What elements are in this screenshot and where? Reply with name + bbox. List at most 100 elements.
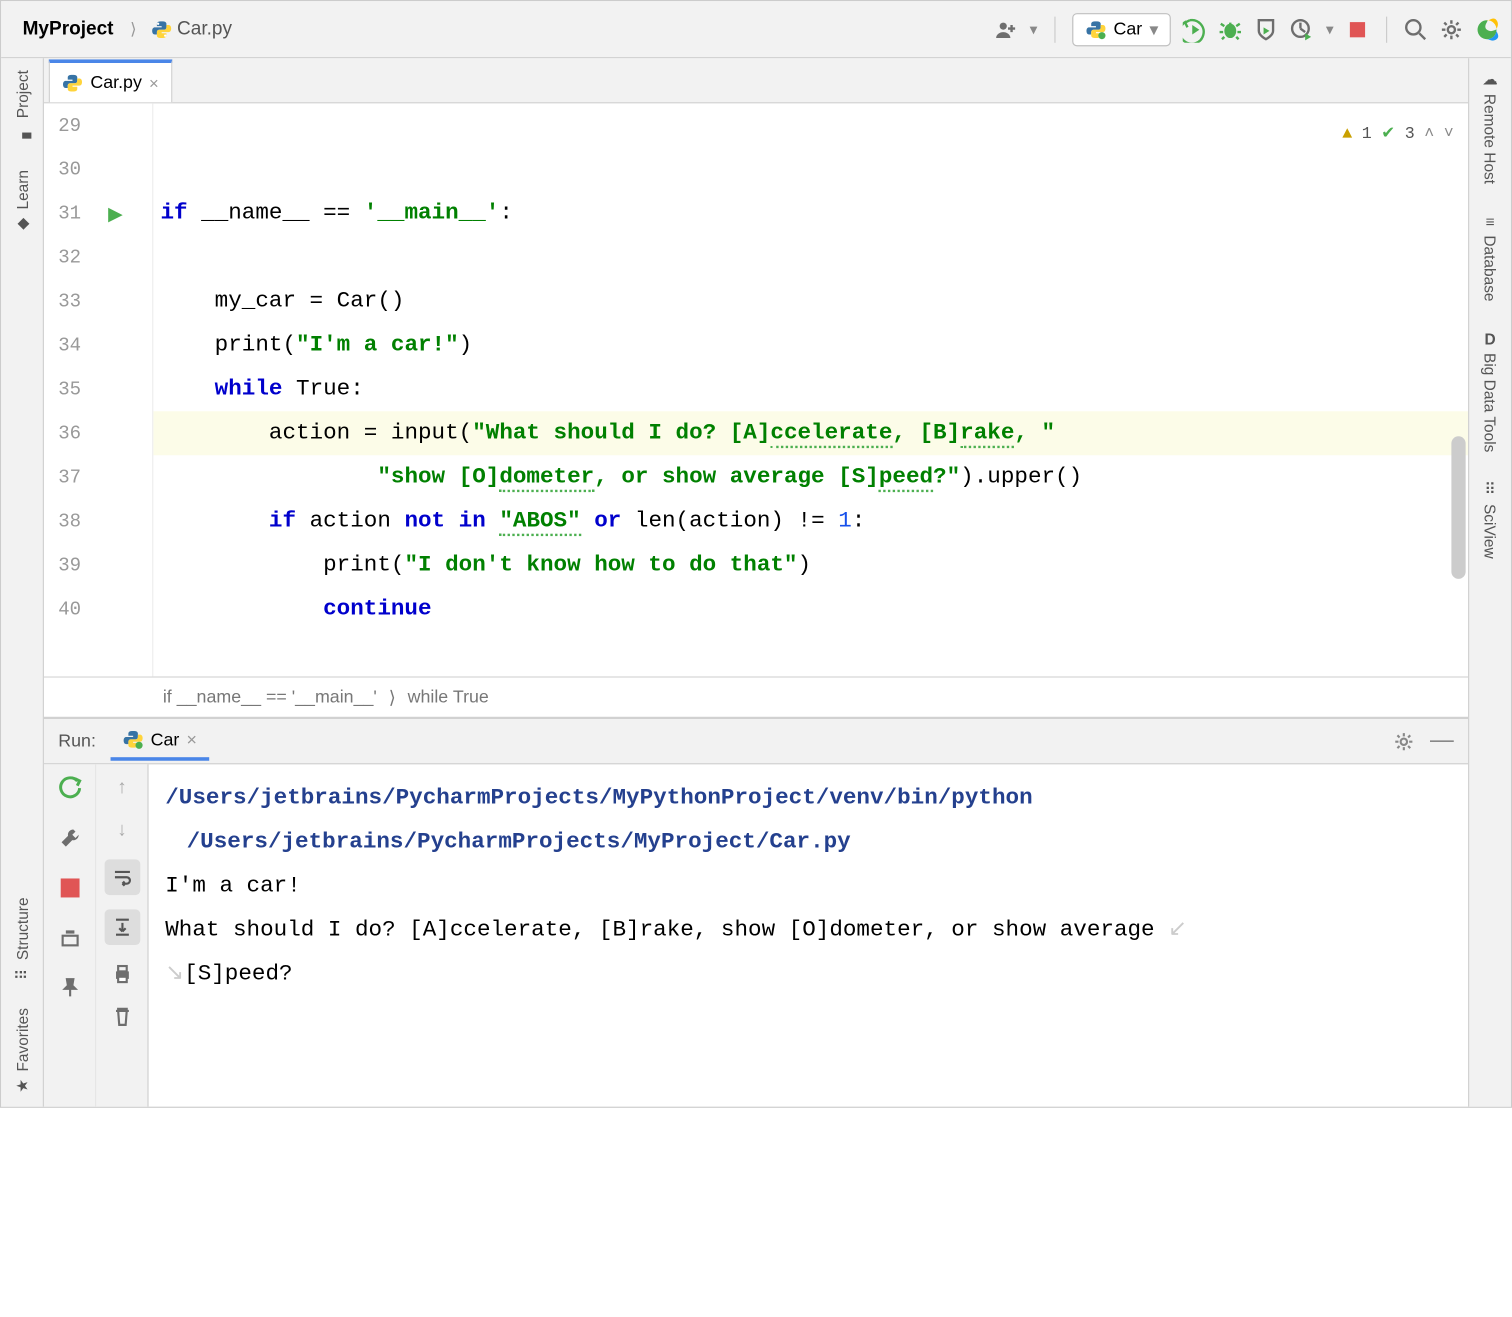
rerun-icon[interactable]	[55, 774, 84, 803]
stop-icon[interactable]	[55, 874, 84, 903]
sidebar-label: Learn	[13, 171, 31, 211]
console-output[interactable]: /Users/jetbrains/PycharmProjects/MyPytho…	[149, 764, 1468, 1106]
console-line: I'm a car!	[165, 864, 1451, 908]
pin-icon[interactable]	[55, 974, 84, 1003]
chevron-down-icon: ▾	[1149, 18, 1158, 39]
line-number: 29	[58, 115, 81, 136]
layout-icon[interactable]	[55, 924, 84, 953]
left-tool-rail: ▖ Project ◆ Learn ⠿ Structure ★ Favorite…	[1, 58, 44, 1106]
editor-tabs: Car.py ×	[44, 58, 1468, 103]
wrap-indicator-icon: ↘	[165, 960, 184, 986]
sidebar-item-project[interactable]: ▖ Project	[12, 70, 31, 142]
coverage-icon[interactable]	[1255, 17, 1279, 41]
console-line: What should I do? [A]ccelerate, [B]rake,…	[165, 908, 1451, 952]
run-label: Run:	[58, 731, 96, 751]
project-name[interactable]: MyProject	[13, 16, 123, 42]
code-line: if action not in "ABOS" or len(action) !…	[153, 499, 1468, 543]
minimize-icon[interactable]: —	[1430, 729, 1454, 753]
file-breadcrumb[interactable]: Car.py	[144, 16, 239, 42]
editor-breadcrumbs[interactable]: if __name__ == '__main__' ⟩ while True	[44, 676, 1468, 716]
sidebar-item-learn[interactable]: ◆ Learn	[12, 171, 31, 234]
wrap-indicator-icon: ↙	[1168, 916, 1187, 942]
breadcrumb-item[interactable]: if __name__ == '__main__'	[163, 687, 377, 707]
code-line: my_car = Car()	[153, 279, 1468, 323]
code-line: "show [O]dometer, or show average [S]pee…	[153, 455, 1468, 499]
warning-icon: ▲	[1342, 113, 1352, 157]
stop-icon[interactable]	[1346, 17, 1370, 41]
database-icon: ≡	[1485, 213, 1494, 231]
close-tab-icon[interactable]: ×	[149, 73, 159, 92]
line-number: 30	[58, 159, 81, 180]
down-arrow-icon[interactable]: ↓	[108, 817, 137, 846]
ide-logo-icon[interactable]	[1475, 17, 1499, 41]
print-icon[interactable]	[108, 959, 137, 988]
settings-icon[interactable]	[1392, 729, 1416, 753]
python-icon	[1085, 18, 1106, 39]
code-line: if __name__ == '__main__':	[153, 191, 1468, 235]
folder-icon: ▖	[12, 123, 31, 142]
profile-icon[interactable]	[1290, 17, 1314, 41]
sidebar-item-remote-host[interactable]: ☁ Remote Host	[1481, 70, 1499, 184]
editor-tab-car[interactable]: Car.py ×	[49, 59, 172, 102]
line-number: 38	[58, 511, 81, 532]
run-tool-window: Run: Car × — ↑	[44, 717, 1468, 1107]
line-number: 33	[58, 291, 81, 312]
tab-label: Car.py	[90, 73, 142, 93]
sidebar-label: Database	[1481, 235, 1499, 301]
run-header: Run: Car × —	[44, 719, 1468, 764]
settings-icon[interactable]	[1439, 17, 1463, 41]
dropdown-caret-icon[interactable]: ▾	[1030, 20, 1038, 39]
navigation-bar: MyProject ⟩ Car.py ▾ Car ▾ ▾	[1, 1, 1511, 58]
star-icon: ★	[12, 1076, 31, 1095]
code-line: print("I don't know how to do that")	[153, 543, 1468, 587]
sidebar-item-big-data[interactable]: D Big Data Tools	[1481, 330, 1499, 452]
sidebar-item-sciview[interactable]: ⠿ SciView	[1481, 480, 1499, 558]
scroll-to-end-icon[interactable]	[104, 909, 140, 945]
run-icon[interactable]	[1183, 17, 1207, 41]
code-line	[153, 103, 1468, 147]
sidebar-item-database[interactable]: ≡ Database	[1481, 213, 1499, 302]
run-configuration-selector[interactable]: Car ▾	[1072, 12, 1171, 45]
remote-icon: ☁	[1482, 70, 1497, 89]
code-line: action = input("What should I do? [A]cce…	[153, 411, 1468, 455]
python-icon	[122, 729, 143, 750]
run-gutter-icon[interactable]: ▶	[108, 201, 123, 225]
structure-icon: ⠿	[12, 965, 31, 984]
editor[interactable]: 29 30 31▶ 32 33 34 35 36 37 38 39 40 ▲1 …	[44, 103, 1468, 676]
sidebar-label: Big Data Tools	[1481, 352, 1499, 451]
learn-icon: ◆	[12, 215, 31, 234]
gutter[interactable]: 29 30 31▶ 32 33 34 35 36 37 38 39 40	[44, 103, 153, 676]
sidebar-label: SciView	[1481, 504, 1499, 559]
line-number: 35	[58, 379, 81, 400]
add-user-icon[interactable]	[994, 17, 1018, 41]
debug-icon[interactable]	[1219, 17, 1243, 41]
line-number: 39	[58, 555, 81, 576]
console-line: ↘[S]peed?	[165, 952, 1451, 996]
line-number: 36	[58, 423, 81, 444]
chevron-down-icon[interactable]: ˅	[1444, 113, 1454, 157]
dropdown-caret-icon[interactable]: ▾	[1326, 20, 1334, 39]
big-data-icon: D	[1484, 330, 1495, 348]
run-tab[interactable]: Car ×	[110, 722, 209, 761]
close-icon[interactable]: ×	[186, 729, 196, 749]
code-line: while True:	[153, 367, 1468, 411]
sciview-icon: ⠿	[1484, 480, 1495, 499]
scrollbar-thumb[interactable]	[1451, 436, 1465, 579]
breadcrumb-separator: ⟩	[389, 686, 396, 707]
breadcrumb-item[interactable]: while True	[408, 687, 489, 707]
code-body[interactable]: ▲1 ✔3 ˄ ˅ if __name__ == '__main__': my_…	[153, 103, 1468, 676]
soft-wrap-icon[interactable]	[104, 859, 140, 895]
console-path: /Users/jetbrains/PycharmProjects/MyPytho…	[165, 785, 1032, 811]
sidebar-item-favorites[interactable]: ★ Favorites	[12, 1007, 31, 1094]
up-arrow-icon[interactable]: ↑	[108, 774, 137, 803]
inspection-widget[interactable]: ▲1 ✔3 ˄ ˅	[1340, 111, 1456, 160]
sidebar-label: Remote Host	[1481, 94, 1499, 184]
sidebar-item-structure[interactable]: ⠿ Structure	[12, 897, 31, 983]
wrench-icon[interactable]	[55, 824, 84, 853]
chevron-up-icon[interactable]: ˄	[1424, 113, 1434, 157]
run-tab-label: Car	[151, 729, 180, 749]
code-line	[153, 235, 1468, 279]
line-number: 31	[58, 203, 81, 224]
trash-icon[interactable]	[108, 1002, 137, 1031]
search-icon[interactable]	[1404, 17, 1428, 41]
